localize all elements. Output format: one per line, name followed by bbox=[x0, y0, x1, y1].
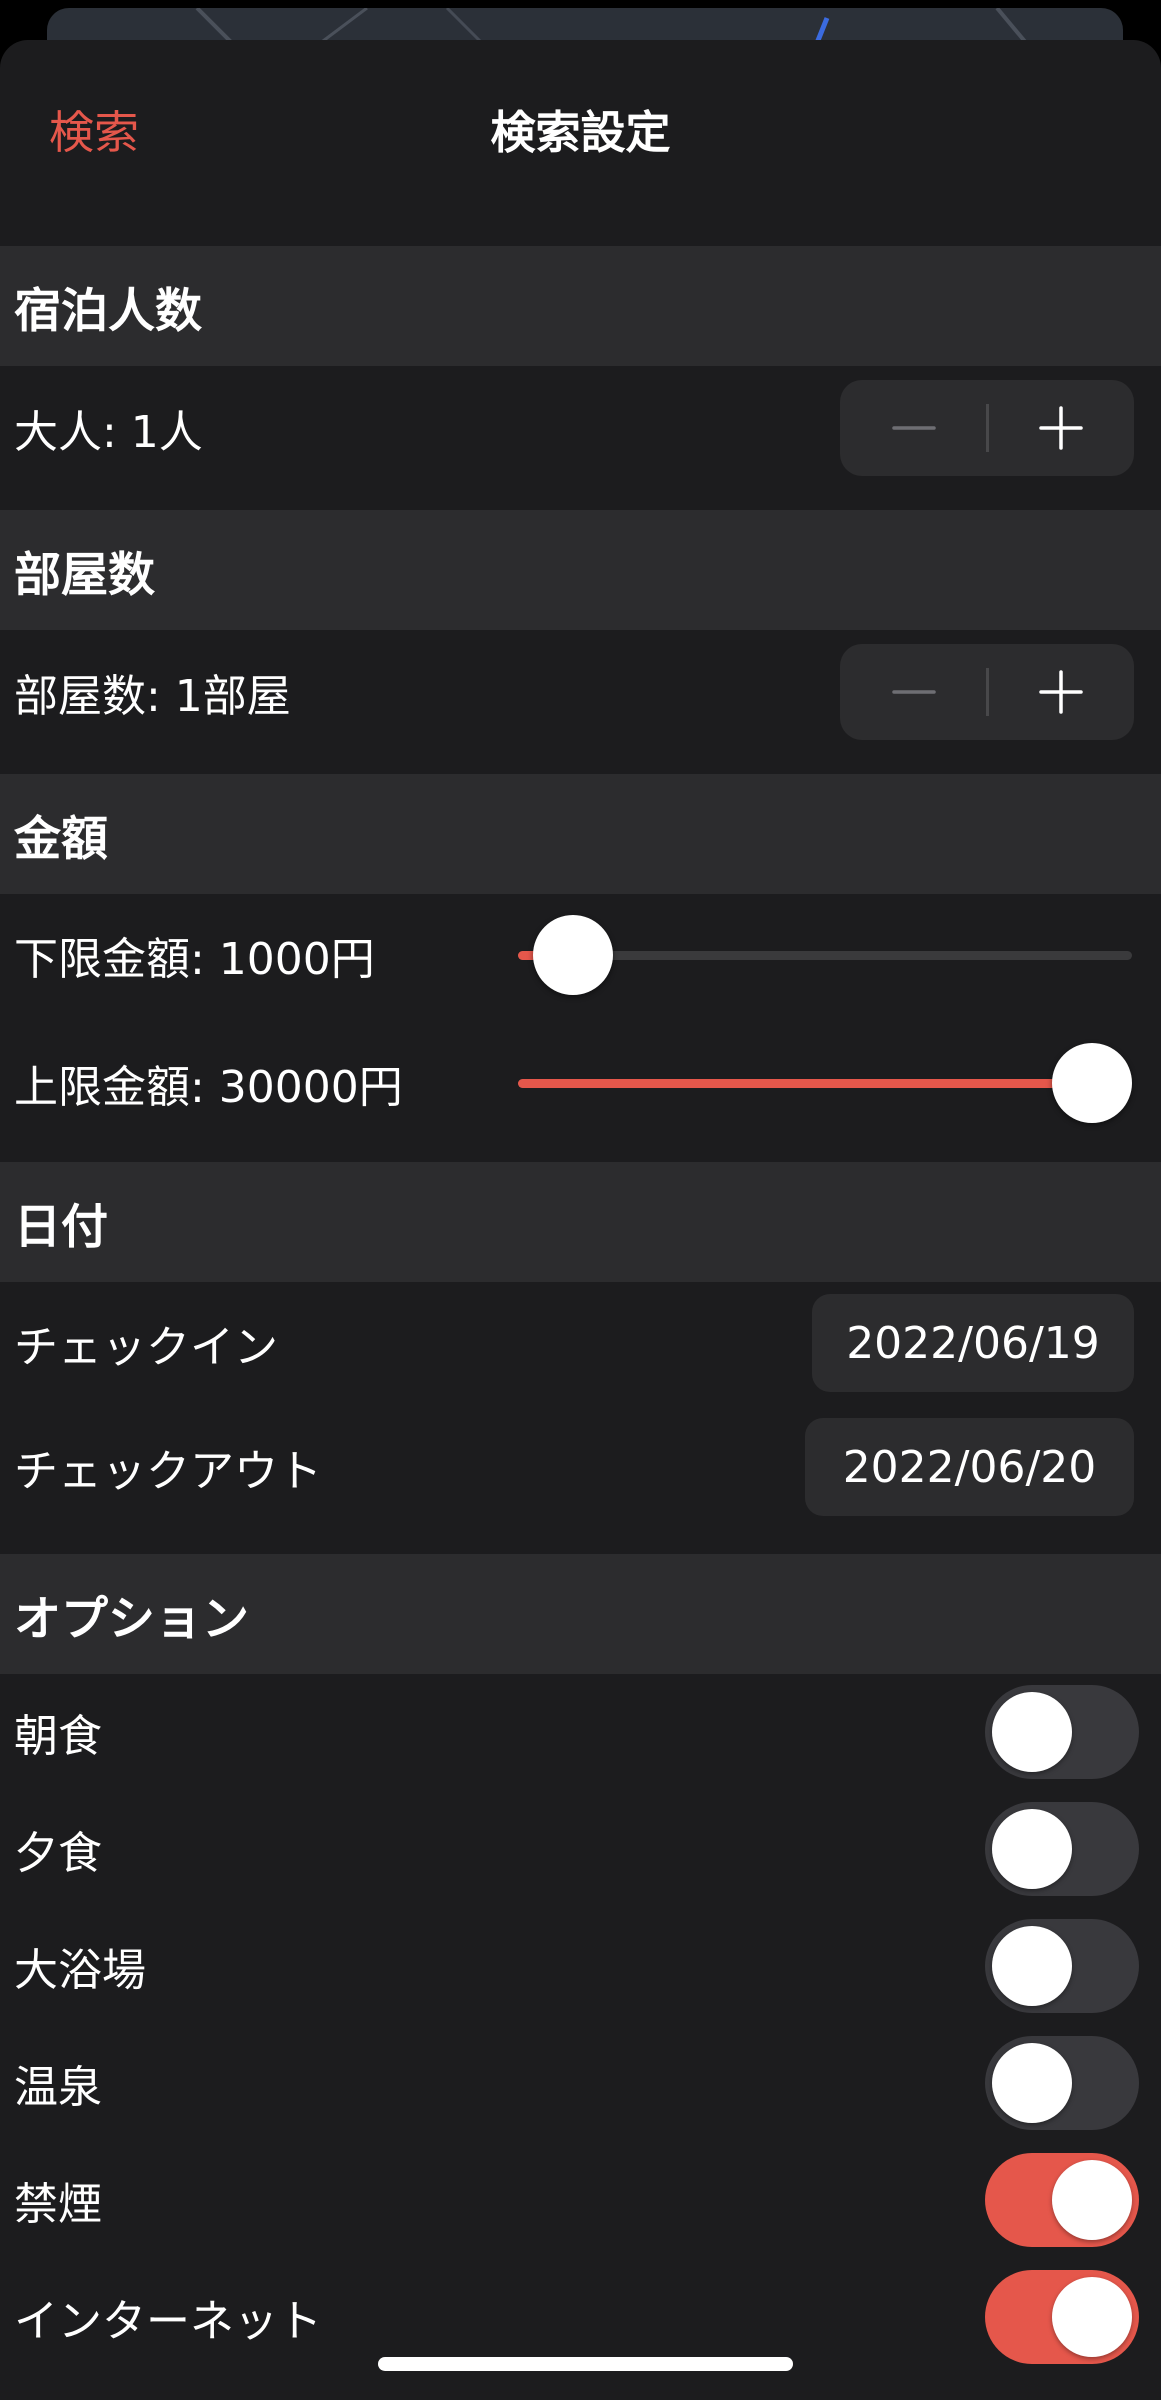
checkout-date-picker[interactable]: 2022/06/20 bbox=[805, 1418, 1134, 1516]
option-label-internet: インターネット bbox=[14, 2296, 322, 2347]
section-header-dates: 日付 bbox=[0, 1162, 1161, 1282]
toggle-knob bbox=[1052, 2277, 1132, 2357]
non-smoking-toggle[interactable] bbox=[985, 2153, 1139, 2247]
checkin-date-picker[interactable]: 2022/06/19 bbox=[812, 1294, 1134, 1392]
rooms-decrement-button[interactable] bbox=[840, 644, 987, 740]
checkout-label: チェックアウト bbox=[14, 1446, 322, 1497]
internet-toggle[interactable] bbox=[985, 2270, 1139, 2364]
min-price-slider[interactable] bbox=[518, 915, 1132, 995]
dinner-toggle[interactable] bbox=[985, 1802, 1139, 1896]
plus-icon bbox=[1038, 670, 1083, 714]
max-price-slider-fill bbox=[518, 1079, 1092, 1088]
option-label-non-smoking: 禁煙 bbox=[14, 2179, 102, 2230]
adults-label: 大人: 1人 bbox=[14, 407, 203, 458]
rooms-stepper bbox=[840, 644, 1134, 740]
rooms-increment-button[interactable] bbox=[987, 644, 1134, 740]
navigation-bar: 検索 検索設定 bbox=[0, 40, 1161, 206]
rooms-label: 部屋数: 1部屋 bbox=[14, 671, 291, 722]
minus-icon bbox=[891, 426, 936, 430]
toggle-knob bbox=[992, 1692, 1072, 1772]
adults-stepper bbox=[840, 380, 1134, 476]
large-bath-toggle[interactable] bbox=[985, 1919, 1139, 2013]
section-header-options: オプション bbox=[0, 1554, 1161, 1674]
plus-icon bbox=[1038, 406, 1083, 450]
adults-decrement-button[interactable] bbox=[840, 380, 987, 476]
option-rows: 朝食 夕食 大浴場 温泉 禁煙 インターネット bbox=[0, 1674, 1161, 2374]
option-label-hot-spring: 温泉 bbox=[14, 2062, 102, 2113]
section-header-rooms: 部屋数 bbox=[0, 510, 1161, 630]
toggle-knob bbox=[1052, 2160, 1132, 2240]
price-rows: 下限金額: 1000円 上限金額: 30000円 bbox=[0, 894, 1161, 1162]
section-header-guests: 宿泊人数 bbox=[0, 246, 1161, 366]
section-header-price: 金額 bbox=[0, 774, 1161, 894]
search-settings-sheet: 検索 検索設定 宿泊人数 大人: 1人 部屋数 部屋数: 1部屋 金額 下限金額… bbox=[0, 40, 1161, 2400]
hot-spring-toggle[interactable] bbox=[985, 2036, 1139, 2130]
minus-icon bbox=[891, 690, 936, 694]
date-rows: チェックイン 2022/06/19 チェックアウト 2022/06/20 bbox=[0, 1282, 1161, 1554]
option-label-dinner: 夕食 bbox=[14, 1828, 102, 1879]
toggle-knob bbox=[992, 2043, 1072, 2123]
checkin-label: チェックイン bbox=[14, 1322, 278, 1373]
max-price-slider-thumb[interactable] bbox=[1052, 1043, 1132, 1123]
adults-increment-button[interactable] bbox=[987, 380, 1134, 476]
toggle-knob bbox=[992, 1809, 1072, 1889]
option-label-large-bath: 大浴場 bbox=[14, 1945, 146, 1996]
adults-row: 大人: 1人 bbox=[0, 366, 1161, 510]
min-price-slider-thumb[interactable] bbox=[533, 915, 613, 995]
rooms-row: 部屋数: 1部屋 bbox=[0, 630, 1161, 774]
breakfast-toggle[interactable] bbox=[985, 1685, 1139, 1779]
option-label-breakfast: 朝食 bbox=[14, 1711, 102, 1762]
home-indicator bbox=[378, 2357, 793, 2371]
max-price-slider[interactable] bbox=[518, 1043, 1132, 1123]
max-price-label: 上限金額: 30000円 bbox=[14, 1062, 403, 1113]
min-price-label: 下限金額: 1000円 bbox=[14, 934, 375, 985]
toggle-knob bbox=[992, 1926, 1072, 2006]
page-title: 検索設定 bbox=[490, 106, 671, 159]
